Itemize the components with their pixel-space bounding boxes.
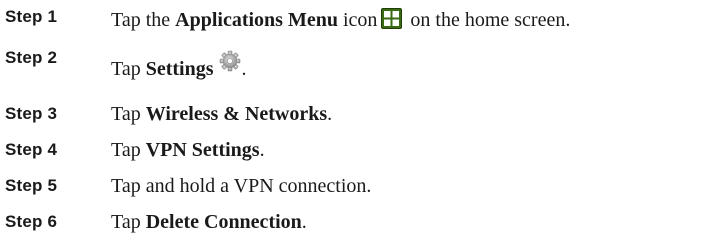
step-instruction: Tap Settings . — [111, 51, 247, 81]
instruction-text: . — [301, 211, 307, 233]
step-2: Step 2 Tap Settings . — [0, 48, 715, 81]
step-label: Step 6 — [5, 212, 58, 231]
ui-term: VPN Settings — [145, 139, 260, 161]
settings-gear-icon — [219, 51, 240, 72]
instruction-text: Tap — [111, 139, 146, 161]
step-instruction: Tap Delete Connection. — [111, 211, 307, 234]
step-4: Step 4 Tap VPN Settings. — [0, 136, 715, 166]
step-label: Step 1 — [5, 7, 58, 26]
step-instruction: Tap VPN Settings. — [111, 139, 265, 162]
step-label: Step 3 — [5, 104, 58, 123]
ui-term: Settings — [145, 58, 214, 80]
step-label: Step 2 — [5, 48, 58, 67]
ui-term: Delete Connection — [145, 211, 302, 233]
instruction-text: . — [327, 103, 333, 125]
ui-term: Wireless & Networks — [145, 103, 328, 125]
instruction-text: on the home screen. — [405, 9, 571, 31]
step-5: Step 5 Tap and hold a VPN connection. — [0, 172, 715, 202]
step-label: Step 5 — [5, 176, 58, 195]
instruction-text: icon — [337, 9, 378, 31]
instruction-text: . — [241, 58, 247, 80]
instruction-text: Tap the — [111, 9, 176, 31]
step-6: Step 6 Tap Delete Connection. — [0, 208, 715, 238]
step-instruction: Tap the Applications Menu icon on the ho… — [111, 7, 571, 32]
instruction-text: Tap — [111, 103, 146, 125]
step-instruction: Tap and hold a VPN connection. — [111, 175, 372, 197]
applications-menu-icon — [381, 7, 403, 29]
ui-term: Applications Menu — [175, 9, 338, 31]
instruction-text: Tap — [111, 211, 146, 233]
step-instruction: Tap Wireless & Networks. — [111, 103, 332, 126]
step-1: Step 1 Tap the Applications Menu icon on… — [0, 6, 715, 36]
instruction-text: Tap — [111, 58, 146, 80]
instruction-text: . — [259, 139, 265, 161]
step-3: Step 3 Tap Wireless & Networks. — [0, 100, 715, 130]
step-label: Step 4 — [5, 140, 58, 159]
